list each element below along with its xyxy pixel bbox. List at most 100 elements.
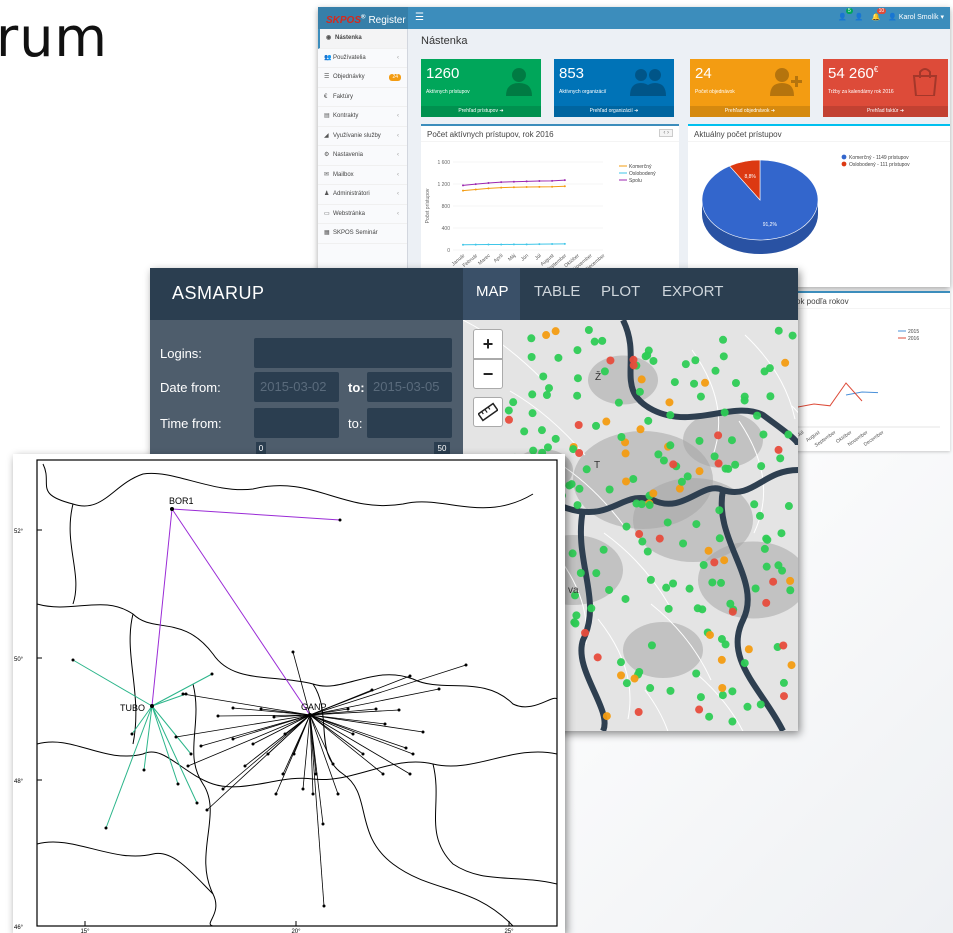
users-group-icon: [630, 69, 666, 96]
station-marker: [755, 511, 764, 520]
station-marker: [575, 449, 584, 458]
y-tick-label: 400: [442, 226, 451, 232]
station-marker: [644, 416, 653, 425]
shopping-bag-icon: [912, 68, 938, 96]
station-point: [351, 732, 355, 736]
station-point: [346, 707, 350, 711]
station-marker: [576, 569, 585, 578]
time-to-input[interactable]: [367, 408, 452, 438]
station-marker: [602, 417, 611, 426]
chevron-left-icon: ‹: [397, 113, 399, 119]
date-from-input[interactable]: 2015-03-02: [254, 372, 339, 402]
station-marker: [721, 640, 730, 649]
tab-export[interactable]: EXPORT: [662, 283, 723, 300]
new-users-icon[interactable]: 👤 5: [838, 8, 853, 21]
sidebar-item[interactable]: ♟ Administrátori ‹: [318, 185, 407, 205]
sidebar-item[interactable]: ◉ Nástenka: [318, 29, 407, 49]
time-from-input[interactable]: [254, 408, 339, 438]
station-marker: [774, 326, 783, 335]
users-icon: 👥: [324, 54, 332, 61]
notifications-icon[interactable]: 🔔 10: [871, 8, 887, 21]
measure-ruler-icon[interactable]: [473, 397, 503, 427]
station-marker: [721, 464, 730, 473]
menu-toggle-icon[interactable]: ☰: [415, 12, 424, 23]
app-logo[interactable]: SKPOS® Register: [318, 7, 408, 29]
zoom-out-button[interactable]: −: [473, 359, 503, 389]
sidebar-item[interactable]: ▤ Kontrakty ‹: [318, 107, 407, 127]
sidebar-item[interactable]: ✉ Mailbox ‹: [318, 166, 407, 185]
brand-suffix: Register: [368, 15, 406, 27]
station-marker: [683, 472, 692, 481]
sidebar-item[interactable]: ▭ Webstránka ‹: [318, 205, 407, 224]
station-marker: [718, 691, 727, 700]
station-marker: [539, 372, 548, 381]
station-marker: [662, 583, 671, 592]
sidebar-item-label: Nástenka: [335, 35, 362, 41]
station-marker: [617, 671, 626, 680]
y-tick-label: 800: [442, 204, 451, 210]
station-marker: [717, 655, 726, 664]
web-icon: ▭: [324, 210, 330, 217]
data-point: [563, 242, 566, 245]
yearly-chart-title: ok podľa rokov: [790, 293, 950, 309]
sidebar-item[interactable]: 👥 Používatelia ‹: [318, 49, 407, 68]
sidebar-item-label: Používatelia: [333, 54, 366, 61]
chart-pager[interactable]: ‹ ›: [659, 129, 673, 137]
stat-box-organizations: 853 Aktívnych organizácií Prehľad organi…: [554, 59, 674, 117]
tab-map[interactable]: MAP: [476, 283, 509, 300]
map-town-label: Ž: [595, 372, 602, 383]
stat-link-revenue[interactable]: Prehľad faktúr ➜: [823, 106, 948, 117]
station-marker: [720, 408, 729, 417]
sidebar-item[interactable]: ⚙ Nastavenia ‹: [318, 146, 407, 166]
date-to-label: to:: [348, 380, 365, 395]
gnss-baseline-map: 52° 50° 48° 46° 15° 20° 25° BOR1 TUBO GANP: [13, 454, 565, 933]
tab-plot[interactable]: PLOT: [601, 283, 640, 300]
x-tick-label: Marec: [477, 253, 492, 267]
station-point: [130, 732, 134, 736]
slice-label: 91,2%: [763, 222, 778, 228]
station-marker: [630, 674, 639, 683]
sidebar-item-label: Využívanie služby: [333, 132, 381, 139]
date-to-input[interactable]: 2015-03-05: [367, 372, 452, 402]
station-point: [210, 672, 214, 676]
add-user-icon: [770, 68, 802, 96]
data-point: [512, 243, 515, 246]
stat-link-orders[interactable]: Prehľad objednávok ➜: [690, 106, 810, 117]
series-line: [845, 391, 879, 396]
stat-box-revenue: 54 260€ Tržby za kalendárny rok 2016 Pre…: [823, 59, 948, 117]
station-point: [216, 714, 220, 718]
station-marker: [774, 561, 783, 570]
station-marker: [659, 456, 668, 465]
station-marker: [787, 661, 796, 670]
user-icon[interactable]: 👤: [855, 13, 864, 21]
zoom-in-button[interactable]: +: [473, 329, 503, 359]
station-marker: [665, 398, 674, 407]
station-marker: [573, 501, 582, 510]
station-marker: [590, 337, 599, 346]
station-point: [336, 792, 340, 796]
reference-station: [308, 713, 312, 717]
presentation-slide: rum SKPOS® Register ☰ 👤 5 👤 🔔 10 👤 Karol Sm…: [0, 0, 953, 933]
stat-link-organizations[interactable]: Prehľad organizácií ➜: [554, 106, 674, 117]
station-marker: [718, 683, 727, 692]
dashboard-icon: ◉: [326, 35, 332, 41]
station-marker: [743, 702, 752, 711]
station-marker: [574, 420, 583, 429]
sidebar-item[interactable]: ☰ Objednávky 24: [318, 68, 407, 88]
station-marker: [573, 391, 582, 400]
station-point: [374, 707, 378, 711]
station-marker: [504, 406, 513, 415]
stat-link-access[interactable]: Prehľad prístupov ➜: [421, 106, 541, 117]
sidebar-item[interactable]: € Faktúry: [318, 88, 407, 107]
tab-table[interactable]: TABLE: [534, 283, 580, 300]
station-marker: [664, 604, 673, 613]
station-marker: [598, 336, 607, 345]
page-title: Nástenka: [421, 35, 468, 47]
sidebar-item[interactable]: ◢ Využívanie služby ‹: [318, 127, 407, 146]
station-point: [174, 735, 178, 739]
station-marker: [762, 562, 771, 571]
sidebar-item[interactable]: ▦ SKPOS Seminár: [318, 224, 407, 244]
logins-input[interactable]: [254, 338, 452, 368]
yearly-line-chart: 20152016Júl AugustSeptemberOktóberNovembe…: [790, 329, 940, 449]
user-menu[interactable]: 👤 Karol Smolík ▾: [888, 13, 944, 21]
